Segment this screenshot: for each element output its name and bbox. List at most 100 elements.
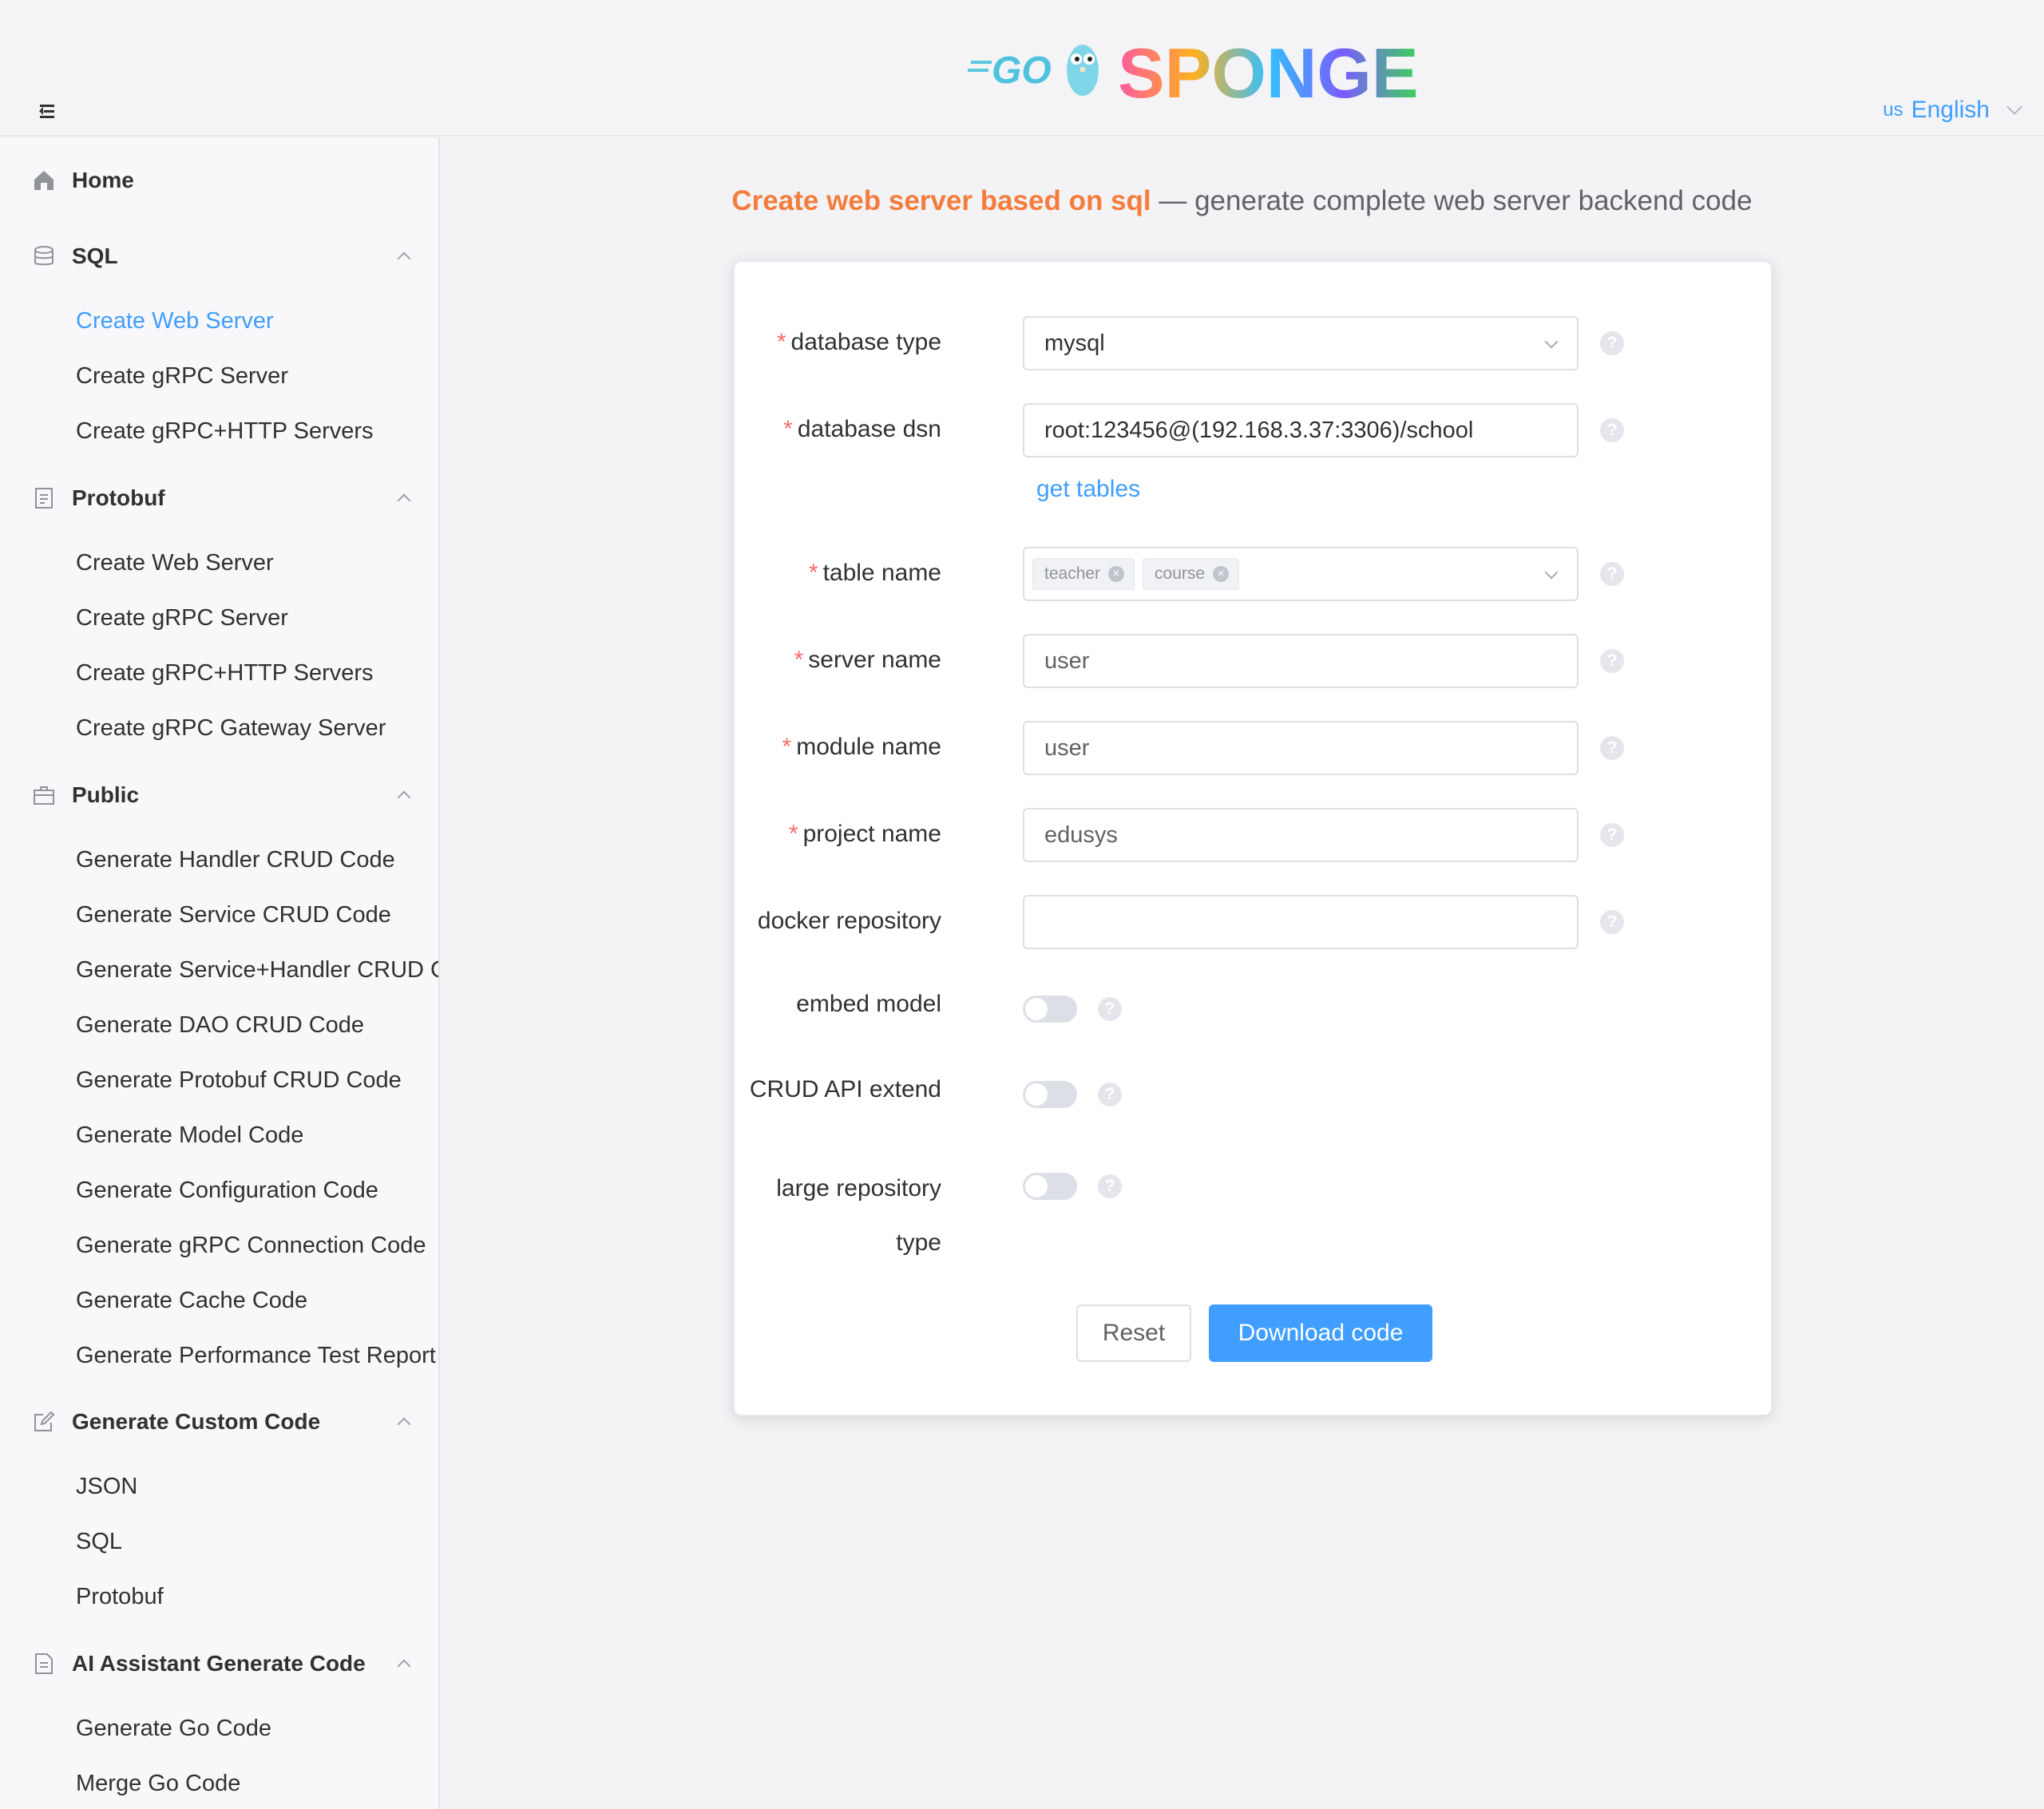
module-name-input[interactable]: user — [1023, 721, 1579, 775]
sidebar-item-sql-create-grpc-server[interactable]: Create gRPC Server — [76, 356, 288, 396]
sidebar-group-label: Protobuf — [72, 485, 165, 510]
form-row-database-type: * database type mysql ? — [735, 316, 1774, 370]
sidebar-item-custom-sql[interactable]: SQL — [76, 1522, 122, 1562]
reset-button[interactable]: Reset — [1076, 1304, 1191, 1362]
chevron-up-icon — [397, 1417, 411, 1431]
form-row-large-repository-type: large repository type ? — [735, 1155, 1774, 1256]
form-row-database-dsn: * database dsn root:123456@(192.168.3.37:… — [735, 403, 1774, 457]
chevron-down-icon — [2006, 99, 2022, 115]
page-title: Create web server based on sql — generat… — [440, 185, 2044, 217]
sidebar-item-generate-dao-crud[interactable]: Generate DAO CRUD Code — [76, 1005, 364, 1045]
project-name-input[interactable]: edusys — [1023, 808, 1579, 862]
sidebar-item-generate-handler-crud[interactable]: Generate Handler CRUD Code — [76, 840, 395, 880]
help-icon[interactable]: ? — [1600, 418, 1624, 442]
server-name-input[interactable]: user — [1023, 634, 1579, 688]
sidebar-item-generate-configuration-code[interactable]: Generate Configuration Code — [76, 1170, 378, 1210]
help-icon[interactable]: ? — [1600, 331, 1624, 355]
sidebar-item-generate-model-code[interactable]: Generate Model Code — [76, 1115, 303, 1155]
chevron-up-icon — [397, 493, 411, 508]
sidebar-group-protobuf[interactable]: Protobuf — [0, 470, 438, 526]
page-title-description: — generate complete web server backend c… — [1151, 185, 1753, 216]
download-code-button[interactable]: Download code — [1209, 1304, 1432, 1362]
sidebar-item-generate-go-code[interactable]: Generate Go Code — [76, 1708, 271, 1748]
sidebar-item-label: Home — [72, 168, 134, 192]
database-type-select[interactable]: mysql — [1023, 316, 1579, 370]
page-title-highlight: Create web server based on sql — [731, 185, 1151, 216]
table-name-label: * table name — [808, 560, 941, 586]
close-icon[interactable]: × — [1213, 566, 1230, 582]
chevron-down-icon — [1544, 565, 1559, 580]
chevron-up-icon — [397, 1659, 411, 1673]
form-row-docker-repository: docker repository ? — [735, 895, 1774, 949]
svg-text:SPONGE: SPONGE — [1118, 34, 1419, 112]
help-icon[interactable]: ? — [1600, 823, 1624, 847]
table-tag-label: teacher — [1044, 564, 1101, 583]
sidebar-group-label: SQL — [72, 243, 118, 268]
help-icon[interactable]: ? — [1600, 910, 1624, 934]
sidebar-item-protobuf-create-grpc-http-servers[interactable]: Create gRPC+HTTP Servers — [76, 653, 374, 693]
edit-icon — [34, 1411, 55, 1431]
database-type-value: mysql — [1044, 330, 1105, 356]
help-icon[interactable]: ? — [1098, 1174, 1122, 1198]
database-icon — [34, 246, 53, 266]
module-name-label: * module name — [782, 734, 941, 760]
sidebar-item-merge-go-code[interactable]: Merge Go Code — [76, 1763, 240, 1803]
embed-model-switch[interactable] — [1023, 996, 1077, 1023]
form-row-crud-api-extend: CRUD API extend ? — [735, 1070, 1774, 1110]
sidebar-group-sql[interactable]: SQL — [0, 228, 438, 284]
database-type-label: * database type — [776, 329, 941, 355]
form-row-project-name: * project name edusys ? — [735, 808, 1774, 862]
database-dsn-value: root:123456@(192.168.3.37:3306)/school — [1044, 417, 1474, 443]
get-tables-link[interactable]: get tables — [1036, 476, 1140, 503]
close-icon[interactable]: × — [1108, 566, 1125, 582]
sidebar-item-generate-cache-code[interactable]: Generate Cache Code — [76, 1281, 307, 1320]
chevron-down-icon — [1544, 334, 1559, 349]
sidebar-item-protobuf-create-grpc-gateway-server[interactable]: Create gRPC Gateway Server — [76, 708, 386, 748]
top-header: GO SPONGE us English — [0, 0, 2044, 137]
sidebar-item-generate-service-crud[interactable]: Generate Service CRUD Code — [76, 895, 391, 935]
sidebar-item-generate-service-handler-crud[interactable]: Generate Service+Handler CRUD Code — [76, 950, 438, 990]
sidebar-group-ai-assistant[interactable]: AI Assistant Generate Code — [0, 1636, 438, 1692]
svg-text:GO: GO — [992, 49, 1052, 92]
help-icon[interactable]: ? — [1098, 1083, 1122, 1106]
sidebar-group-label: Public — [72, 782, 140, 807]
embed-model-label: embed model — [796, 991, 941, 1017]
home-icon — [34, 171, 53, 190]
sidebar-group-public[interactable]: Public — [0, 767, 438, 823]
sidebar-item-generate-performance-test-report[interactable]: Generate Performance Test Report — [76, 1336, 436, 1376]
sidebar-item-custom-json[interactable]: JSON — [76, 1467, 137, 1506]
server-name-value: user — [1044, 647, 1090, 674]
docker-repository-input[interactable] — [1023, 895, 1579, 949]
sidebar-item-sql-create-web-server[interactable]: Create Web Server — [76, 301, 274, 341]
sidebar-item-home[interactable]: Home — [0, 152, 438, 208]
collapse-menu-icon[interactable] — [37, 101, 61, 124]
sidebar-item-generate-grpc-connection-code[interactable]: Generate gRPC Connection Code — [76, 1225, 426, 1265]
docker-repository-label: docker repository — [757, 908, 941, 934]
help-icon[interactable]: ? — [1098, 997, 1122, 1021]
form-row-module-name: * module name user ? — [735, 721, 1774, 775]
crud-api-extend-switch[interactable] — [1023, 1081, 1077, 1108]
table-name-select[interactable]: teacher × course × — [1023, 547, 1579, 601]
crud-api-extend-label: CRUD API extend — [749, 1076, 941, 1102]
help-icon[interactable]: ? — [1600, 736, 1624, 760]
sidebar-item-protobuf-create-grpc-server[interactable]: Create gRPC Server — [76, 598, 288, 638]
sidebar-group-generate-custom-code[interactable]: Generate Custom Code — [0, 1394, 438, 1450]
sidebar-item-custom-protobuf[interactable]: Protobuf — [76, 1577, 164, 1617]
project-name-label: * project name — [788, 821, 941, 847]
table-tag: course × — [1143, 558, 1240, 590]
sidebar-item-generate-protobuf-crud[interactable]: Generate Protobuf CRUD Code — [76, 1060, 402, 1100]
document-icon — [35, 488, 53, 509]
server-form-card: * database type mysql ? * database dsn roo… — [733, 260, 1773, 1416]
logo-graphic: GO SPONGE — [968, 34, 1419, 113]
table-tag-label: course — [1155, 564, 1206, 583]
document-icon — [35, 1653, 53, 1674]
language-selector[interactable]: us English — [1883, 94, 2022, 126]
database-dsn-input[interactable]: root:123456@(192.168.3.37:3306)/school — [1023, 403, 1579, 457]
sidebar-item-protobuf-create-web-server[interactable]: Create Web Server — [76, 543, 274, 583]
sidebar-item-sql-create-grpc-http-servers[interactable]: Create gRPC+HTTP Servers — [76, 411, 374, 451]
help-icon[interactable]: ? — [1600, 562, 1624, 586]
form-row-server-name: * server name user ? — [735, 634, 1774, 688]
help-icon[interactable]: ? — [1600, 649, 1624, 673]
large-repository-type-switch[interactable] — [1023, 1173, 1077, 1200]
server-name-label: * server name — [794, 647, 941, 673]
